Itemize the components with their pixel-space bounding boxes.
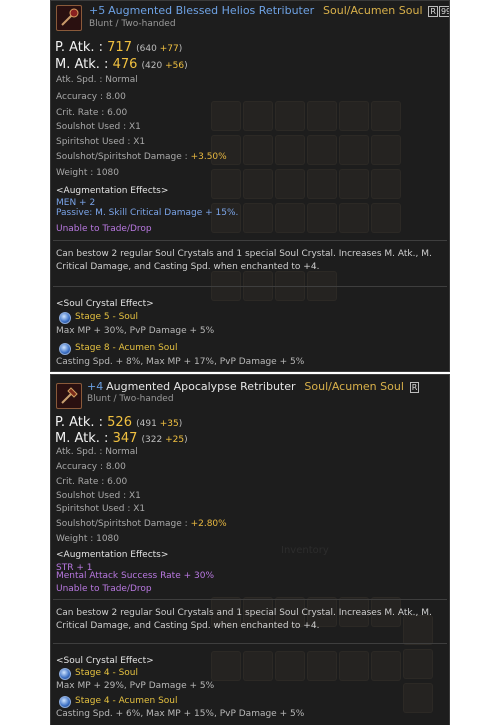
- soul-tag: Soul/Acumen Soul: [304, 380, 404, 393]
- item-type: Blunt / Two-handed: [89, 19, 176, 29]
- blunt-weapon-icon: [56, 5, 82, 31]
- m-atk-label: M. Atk. :: [55, 431, 113, 446]
- grade-badge: R: [428, 6, 438, 17]
- shot-damage: Soulshot/Spiritshot Damage : +2.80%: [56, 519, 227, 530]
- shot-damage-label: Soulshot/Spiritshot Damage :: [56, 519, 191, 529]
- shot-damage-value: +2.80%: [190, 519, 227, 529]
- p-atk-close: ): [178, 44, 183, 54]
- m-atk-line: M. Atk. : 476 (420 +56): [55, 57, 188, 74]
- item-title: +5 Augmented Blessed Helios Retributer S…: [89, 4, 449, 18]
- divider: [53, 599, 447, 600]
- augmentation-passive: Mental Attack Success Rate + 30%: [56, 571, 214, 581]
- p-atk-bonus: +35: [159, 419, 179, 429]
- blunt-weapon-icon: [56, 383, 82, 409]
- trade-restriction: Unable to Trade/Drop: [56, 224, 152, 234]
- crit-rate: Crit. Rate : 6.00: [56, 477, 128, 487]
- augmentation-header: <Augmentation Effects>: [56, 550, 169, 560]
- soulshot-used: Soulshot Used : X1: [56, 491, 141, 501]
- soul-crystal-stage: Stage 8 - Acumen Soul: [75, 343, 178, 353]
- atk-spd: Atk. Spd. : Normal: [56, 447, 138, 457]
- p-atk-base: (491: [136, 419, 160, 429]
- soulshot-used: Soulshot Used : X1: [56, 122, 141, 132]
- spiritshot-used: Spiritshot Used : X1: [56, 504, 146, 514]
- item-description: Can bestow 2 regular Soul Crystals and 1…: [56, 249, 432, 272]
- shot-damage: Soulshot/Spiritshot Damage : +3.50%: [56, 152, 227, 163]
- shot-damage-value: +3.50%: [190, 152, 227, 162]
- item-name: Augmented Blessed Helios Retributer: [108, 4, 315, 17]
- soul-crystal-effect: Casting Spd. + 8%, Max MP + 17%, PvP Dam…: [56, 357, 305, 367]
- p-atk-label: P. Atk. :: [55, 40, 108, 55]
- m-atk-value: 347: [112, 431, 138, 446]
- soul-crystal-effect: Casting Spd. + 6%, Max MP + 15%, PvP Dam…: [56, 709, 305, 719]
- soul-crystal-icon: [59, 343, 71, 355]
- item-name: Augmented Apocalypse Retributer: [106, 380, 296, 393]
- weight: Weight : 1080: [56, 534, 120, 544]
- m-atk-label: M. Atk. :: [55, 57, 113, 72]
- augmentation-passive: Passive: M. Skill Critical Damage + 15%.: [56, 208, 239, 218]
- m-atk-bonus: +56: [165, 61, 185, 71]
- accuracy: Accuracy : 8.00: [56, 92, 126, 102]
- accuracy: Accuracy : 8.00: [56, 462, 126, 472]
- m-atk-base: (322: [141, 435, 166, 445]
- soul-crystal-effect: Max MP + 29%, PvP Damage + 5%: [56, 681, 215, 691]
- divider: [53, 643, 447, 644]
- m-atk-bonus: +25: [165, 435, 185, 445]
- m-atk-base: (420: [141, 61, 166, 71]
- p-atk-label: P. Atk. :: [55, 415, 108, 430]
- divider: [53, 286, 447, 287]
- item-description: Can bestow 2 regular Soul Crystals and 1…: [56, 608, 432, 631]
- soul-crystal-stage: Stage 4 - Soul: [75, 668, 138, 678]
- m-atk-value: 476: [112, 57, 138, 72]
- item-tooltip-2: Inventory +4 Augmented Apocalypse Retrib…: [50, 374, 450, 725]
- soul-crystal-header: <Soul Crystal Effect>: [56, 299, 154, 309]
- soul-crystal-stage: Stage 4 - Acumen Soul: [75, 696, 178, 706]
- soul-crystal-icon: [59, 312, 71, 324]
- item-title: +4 Augmented Apocalypse Retributer Soul/…: [87, 380, 420, 394]
- p-atk-line: P. Atk. : 526 (491 +35): [55, 415, 182, 432]
- m-atk-close: ): [184, 61, 188, 71]
- enchant-level: +4: [87, 380, 104, 393]
- p-atk-close: ): [178, 419, 183, 429]
- divider: [53, 240, 447, 241]
- p-atk-value: 526: [107, 415, 132, 430]
- atk-spd: Atk. Spd. : Normal: [56, 75, 138, 85]
- m-atk-line: M. Atk. : 347 (322 +25): [55, 431, 188, 448]
- soul-crystal-effect: Max MP + 30%, PvP Damage + 5%: [56, 326, 215, 336]
- grade-badge: R: [409, 382, 420, 393]
- crit-rate: Crit. Rate : 6.00: [56, 108, 128, 118]
- m-atk-close: ): [184, 435, 188, 445]
- enchant-level: +5: [89, 4, 106, 17]
- soul-crystal-header: <Soul Crystal Effect>: [56, 656, 154, 666]
- p-atk-base: (640: [136, 44, 160, 54]
- soul-crystal-icon: [59, 668, 71, 680]
- p-atk-line: P. Atk. : 717 (640 +77): [55, 40, 182, 57]
- soul-crystal-stage: Stage 5 - Soul: [75, 312, 138, 322]
- shot-damage-label: Soulshot/Spiritshot Damage :: [56, 152, 191, 162]
- weight: Weight : 1080: [56, 168, 120, 178]
- trade-restriction: Unable to Trade/Drop: [56, 584, 152, 594]
- grade-level-badge: 99: [438, 6, 449, 17]
- augmentation-header: <Augmentation Effects>: [56, 186, 169, 196]
- spiritshot-used: Spiritshot Used : X1: [56, 137, 146, 147]
- soul-crystal-icon: [59, 696, 71, 708]
- soul-tag: Soul/Acumen Soul: [323, 4, 423, 17]
- item-type: Blunt / Two-handed: [87, 394, 174, 404]
- p-atk-value: 717: [107, 40, 132, 55]
- item-tooltip-1: +5 Augmented Blessed Helios Retributer S…: [50, 0, 450, 372]
- p-atk-bonus: +77: [159, 44, 179, 54]
